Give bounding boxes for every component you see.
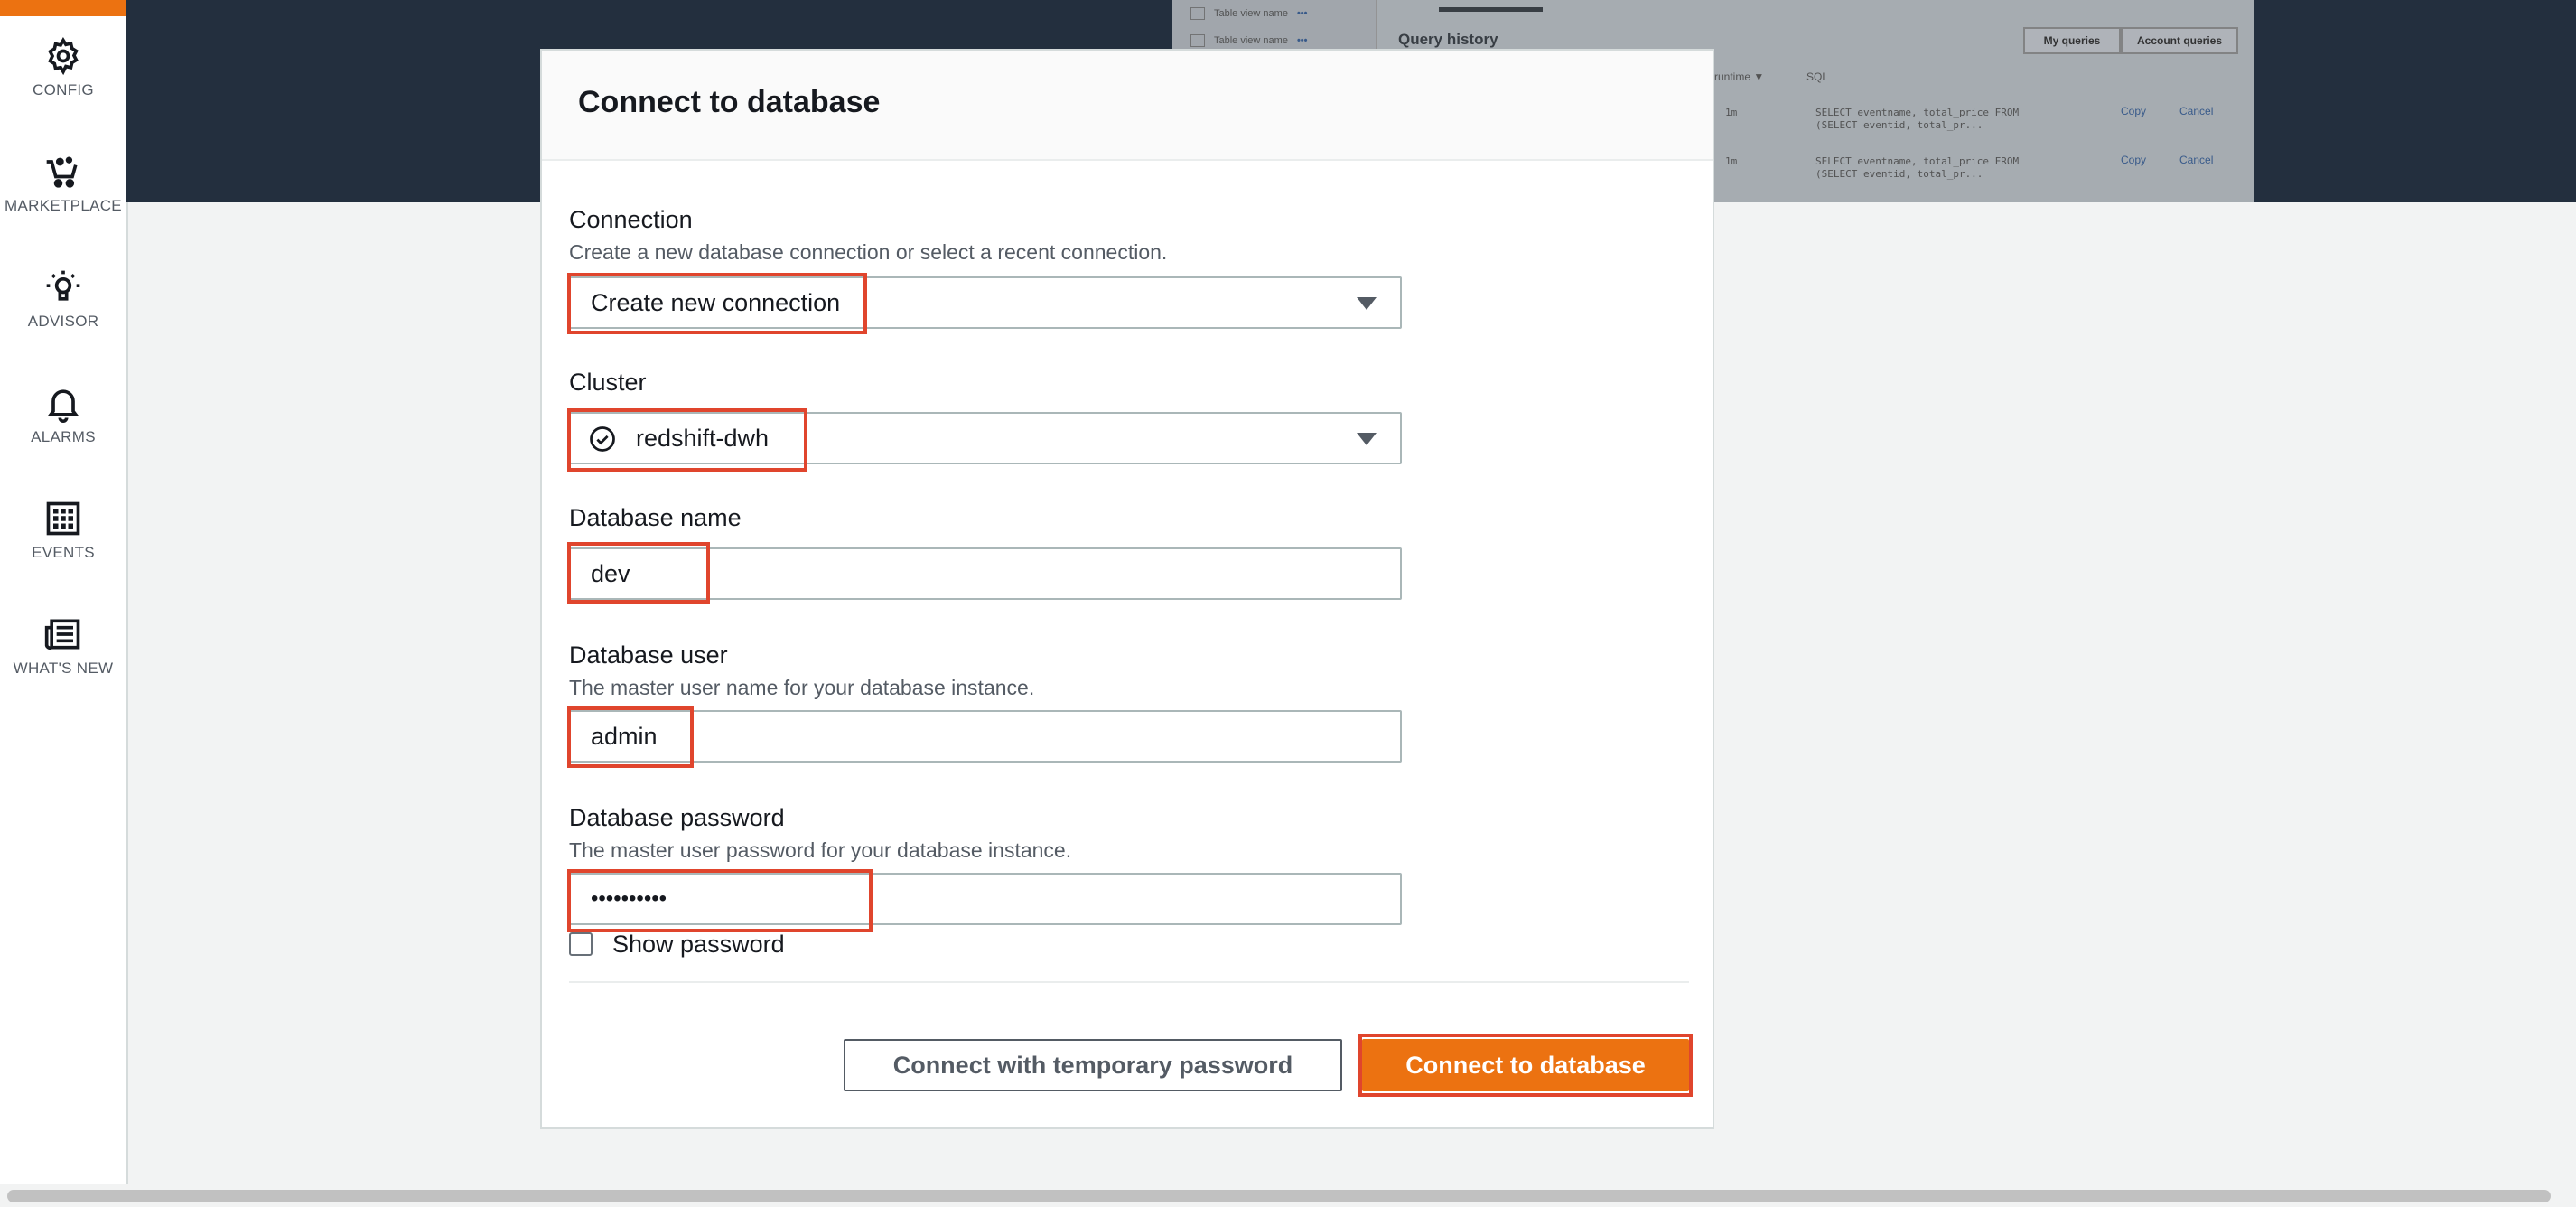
caret-down-icon <box>1357 433 1377 445</box>
background-query-history-title: Query history <box>1398 31 1498 48</box>
connection-label: Connection <box>569 206 693 233</box>
grid-icon <box>46 501 80 536</box>
sidebar-item-label: MARKETPLACE <box>5 197 122 214</box>
database-user-input[interactable]: admin <box>569 710 1402 763</box>
background-sql-cell: SELECT eventname, total_price FROM (SELE… <box>1815 107 2020 131</box>
dialog-divider <box>569 981 1689 983</box>
sidebar-item-label: ALARMS <box>31 428 96 445</box>
more-icon: ••• <box>1296 8 1308 19</box>
newspaper-icon <box>44 619 80 650</box>
caret-down-icon <box>1357 297 1377 310</box>
database-name-input[interactable]: dev <box>569 547 1402 600</box>
background-my-queries-button: My queries <box>2023 27 2121 54</box>
gear-icon <box>48 36 79 76</box>
background-column-runtime: runtime ▼ <box>1714 70 1765 83</box>
background-tree-row: Table view name ••• <box>1190 0 1308 27</box>
sidebar-item-alarms[interactable]: ALARMS <box>0 383 126 473</box>
dialog-title: Connect to database <box>578 85 881 119</box>
background-sql-cell: SELECT eventname, total_price FROM (SELE… <box>1815 155 2020 180</box>
background-runtime-cell: 1m <box>1725 107 1738 118</box>
show-password-label[interactable]: Show password <box>612 931 785 959</box>
sidebar-item-advisor[interactable]: ADVISOR <box>0 267 126 358</box>
cluster-select[interactable]: redshift-dwh <box>569 412 1402 464</box>
lightbulb-icon <box>46 270 80 301</box>
database-password-description: The master user password for your databa… <box>569 838 1072 862</box>
background-copy-link: Copy <box>2121 105 2147 117</box>
sidebar-item-events[interactable]: EVENTS <box>0 499 126 589</box>
sidebar-item-config[interactable]: CONFIG <box>0 36 126 126</box>
cluster-select-value: redshift-dwh <box>636 425 770 452</box>
cart-icon <box>46 156 78 188</box>
sidebar-item-label: CONFIG <box>33 81 94 98</box>
database-name-value: dev <box>591 560 630 587</box>
background-tree-label: Table view name <box>1214 35 1288 46</box>
sidebar-item-label: WHAT'S NEW <box>13 660 114 677</box>
background-cancel-link: Cancel <box>2179 105 2214 117</box>
sidebar: CONFIG MARKETPLACE ADVISOR ALARMS EVENTS… <box>0 0 128 1184</box>
database-password-input[interactable]: •••••••••• <box>569 873 1402 925</box>
cluster-label: Cluster <box>569 369 647 396</box>
sidebar-item-label: EVENTS <box>32 544 95 561</box>
background-tree-label: Table view name <box>1214 8 1288 19</box>
connect-to-database-button[interactable]: Connect to database <box>1362 1039 1689 1091</box>
connection-description: Create a new database connection or sele… <box>569 240 1168 264</box>
horizontal-scrollbar[interactable] <box>0 1184 2576 1207</box>
database-password-label: Database password <box>569 804 785 831</box>
scrollbar-thumb[interactable] <box>7 1190 2551 1202</box>
sidebar-item-whats-new[interactable]: WHAT'S NEW <box>0 614 126 705</box>
background-column-sql: SQL <box>1806 70 1829 83</box>
sidebar-item-label: ADVISOR <box>27 313 99 330</box>
background-account-queries-button: Account queries <box>2121 27 2238 54</box>
sidebar-accent-bar <box>0 0 126 16</box>
background-copy-link: Copy <box>2121 154 2147 166</box>
dialog-header: Connect to database <box>542 51 1713 161</box>
connection-select-value: Create new connection <box>591 289 841 316</box>
database-password-value: •••••••••• <box>591 886 667 911</box>
more-icon: ••• <box>1296 35 1308 46</box>
connect-with-temporary-password-button[interactable]: Connect with temporary password <box>844 1039 1342 1091</box>
check-circle-icon <box>590 426 615 452</box>
database-name-label: Database name <box>569 504 742 531</box>
database-user-value: admin <box>591 723 658 750</box>
database-user-label: Database user <box>569 641 728 669</box>
background-cancel-link: Cancel <box>2179 154 2214 166</box>
sidebar-item-marketplace[interactable]: MARKETPLACE <box>0 152 126 242</box>
table-icon <box>1190 34 1205 47</box>
connection-select[interactable]: Create new connection <box>569 276 1402 329</box>
database-user-description: The master user name for your database i… <box>569 676 1035 699</box>
connect-to-database-dialog: Connect to database Connection Create a … <box>540 49 1714 1129</box>
show-password-checkbox[interactable] <box>569 932 593 956</box>
background-tab-indicator <box>1439 7 1543 12</box>
background-runtime-cell: 1m <box>1725 155 1738 167</box>
bell-icon <box>47 389 79 423</box>
table-icon <box>1190 7 1205 20</box>
